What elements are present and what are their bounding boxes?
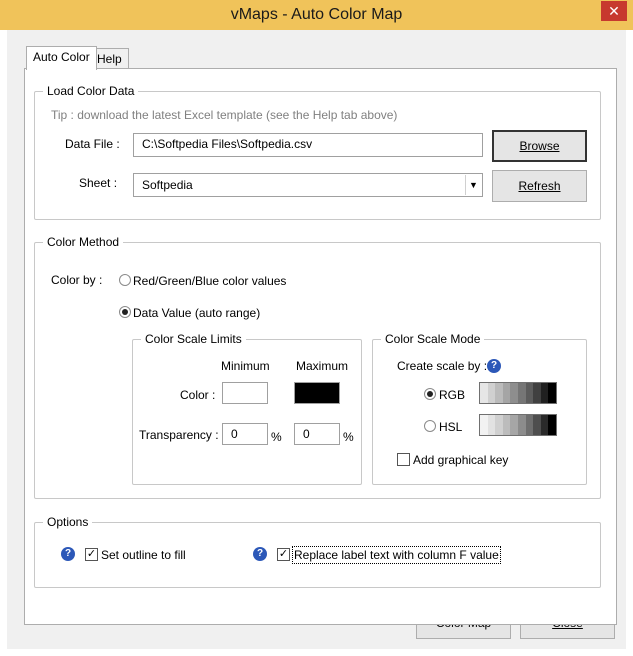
color-scale-mode-legend: Color Scale Mode — [381, 331, 485, 347]
rgb-gradient-preview — [479, 382, 557, 404]
options-legend: Options — [43, 514, 93, 530]
data-file-label: Data File : — [65, 137, 120, 151]
rgb-values-label: Red/Green/Blue color values — [133, 274, 287, 288]
color-by-label: Color by : — [51, 273, 103, 287]
sheet-select-value: Softpedia — [142, 178, 193, 192]
minimum-color-swatch[interactable] — [222, 382, 268, 404]
color-scale-limits-group: Color Scale Limits Minimum Maximum Color… — [132, 331, 362, 485]
add-graphical-key-checkbox[interactable] — [397, 453, 410, 466]
tab-auto-color[interactable]: Auto Color — [26, 46, 97, 70]
data-file-input[interactable]: C:\Softpedia Files\Softpedia.csv — [133, 133, 483, 157]
data-value-radio[interactable] — [119, 306, 131, 318]
sheet-select[interactable]: Softpedia ▼ — [133, 173, 483, 197]
help-icon[interactable]: ? — [487, 359, 501, 373]
maximum-transparency-input[interactable]: 0 — [294, 423, 340, 445]
options-group: Options ? ✓ Set outline to fill ? ✓ Repl… — [34, 514, 601, 588]
set-outline-checkbox[interactable]: ✓ — [85, 548, 98, 561]
data-value-label: Data Value (auto range) — [133, 306, 261, 320]
rgb-mode-label: RGB — [439, 388, 466, 402]
dialog-client: Auto Color Help Load Color Data Tip : do… — [7, 30, 626, 649]
load-color-data-legend: Load Color Data — [43, 83, 139, 99]
minimum-header: Minimum — [221, 359, 270, 373]
refresh-button[interactable]: Refresh — [492, 170, 587, 202]
browse-button[interactable]: Browse — [492, 130, 587, 162]
color-method-legend: Color Method — [43, 234, 124, 250]
replace-label-label: Replace label text with column F value — [292, 546, 501, 564]
load-color-data-group: Load Color Data Tip : download the lates… — [34, 83, 601, 220]
maximum-color-swatch[interactable] — [294, 382, 340, 404]
transparency-label: Transparency : — [139, 428, 219, 442]
add-graphical-key-label: Add graphical key — [413, 453, 509, 467]
window-close-button[interactable]: ✕ — [601, 1, 627, 21]
sheet-label: Sheet : — [79, 176, 118, 190]
help-icon[interactable]: ? — [61, 547, 75, 561]
minimum-transparency-input[interactable]: 0 — [222, 423, 268, 445]
window-title: vMaps - Auto Color Map — [230, 6, 403, 23]
set-outline-label: Set outline to fill — [101, 548, 186, 562]
replace-label-checkbox[interactable]: ✓ — [277, 548, 290, 561]
rgb-mode-radio[interactable] — [424, 388, 436, 400]
title-bar: vMaps - Auto Color Map ✕ — [0, 0, 633, 30]
color-label: Color : — [180, 388, 216, 402]
rgb-values-radio[interactable] — [119, 274, 131, 286]
color-scale-limits-legend: Color Scale Limits — [141, 331, 246, 347]
color-method-group: Color Method Color by : Red/Green/Blue c… — [34, 234, 601, 499]
template-tip: Tip : download the latest Excel template… — [51, 108, 398, 122]
hsl-mode-label: HSL — [439, 420, 463, 434]
chevron-down-icon[interactable]: ▼ — [465, 175, 481, 195]
maximum-transparency-unit: % — [343, 430, 354, 444]
auto-color-panel: Load Color Data Tip : download the lates… — [24, 68, 617, 625]
color-scale-mode-group: Color Scale Mode Create scale by : ? RGB… — [372, 331, 587, 485]
help-icon[interactable]: ? — [253, 547, 267, 561]
create-scale-label: Create scale by : — [397, 359, 488, 373]
maximum-header: Maximum — [296, 359, 349, 373]
hsl-gradient-preview — [479, 414, 557, 436]
hsl-mode-radio[interactable] — [424, 420, 436, 432]
minimum-transparency-unit: % — [271, 430, 282, 444]
